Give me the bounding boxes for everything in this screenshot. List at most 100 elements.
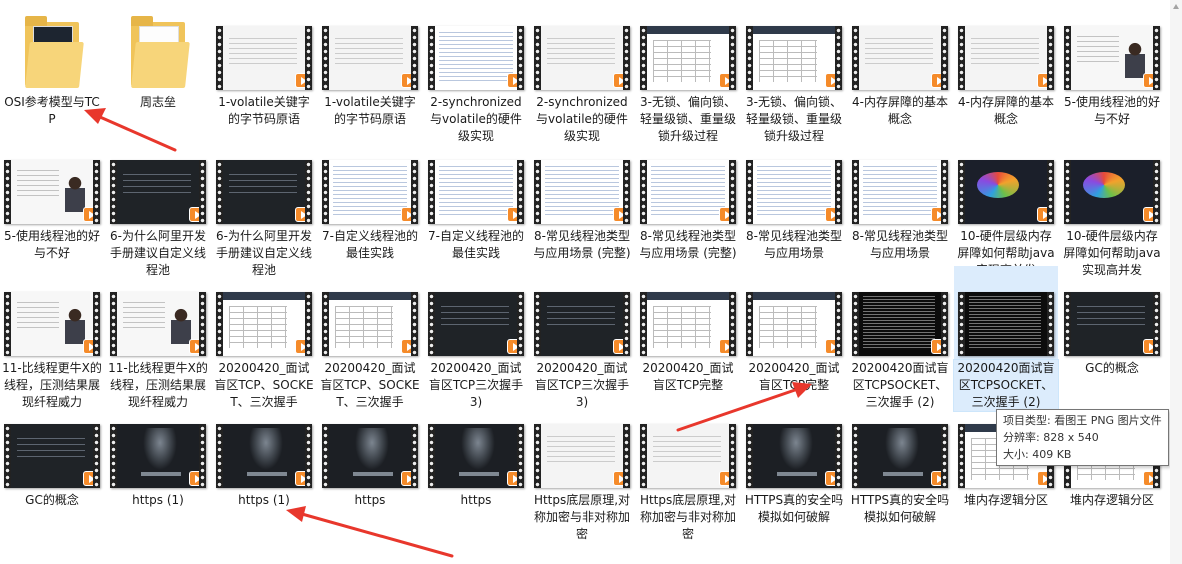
- video-thumbnail-icon: [746, 424, 842, 488]
- file-item[interactable]: 2-synchronized与volatile的硬件级实现: [424, 0, 528, 145]
- play-icon: [825, 73, 840, 88]
- file-item[interactable]: Https底层原理,对称加密与非对称加密: [636, 398, 740, 543]
- file-item[interactable]: 8-常见线程池类型与应用场景: [848, 134, 952, 262]
- annotation-arrow-3: [300, 512, 454, 558]
- file-name-label: 4-内存屏障的基本概念: [958, 95, 1054, 126]
- video-thumbnail-icon: [958, 160, 1054, 224]
- play-icon: [825, 339, 840, 354]
- file-item[interactable]: 4-内存屏障的基本概念: [848, 0, 952, 128]
- thumbnail: [424, 398, 528, 492]
- file-item[interactable]: 20200420_面试盲区TCP完整: [636, 266, 740, 394]
- file-item[interactable]: 8-常见线程池类型与应用场景 (完整): [530, 134, 634, 262]
- file-item[interactable]: 11-比线程更牛X的线程，压测结果展现纤程威力: [0, 266, 104, 411]
- file-name-label: 1-volatile关键字的字节码原语: [324, 95, 416, 126]
- play-icon: [507, 471, 522, 486]
- file-name-label: GC的概念: [1085, 361, 1139, 375]
- file-item[interactable]: HTTPS真的安全吗模拟如何破解: [742, 398, 846, 526]
- file-item[interactable]: 11-比线程更牛X的线程，压测结果展现纤程威力: [106, 266, 210, 411]
- play-icon: [189, 471, 204, 486]
- file-item[interactable]: 20200420_面试盲区TCP三次握手 3): [424, 266, 528, 411]
- play-icon: [931, 339, 946, 354]
- thumbnail: [954, 134, 1058, 228]
- file-item[interactable]: 4-内存屏障的基本概念: [954, 0, 1058, 128]
- folder-item[interactable]: OSI参考模型与TCP: [0, 0, 104, 128]
- video-thumbnail-icon: [110, 424, 206, 488]
- folder-icon: [131, 16, 190, 90]
- play-icon: [295, 471, 310, 486]
- file-item[interactable]: 2-synchronized与volatile的硬件级实现: [530, 0, 634, 145]
- file-item[interactable]: https: [318, 398, 422, 509]
- file-item[interactable]: https (1): [106, 398, 210, 509]
- play-icon: [931, 471, 946, 486]
- video-thumbnail-icon: [640, 26, 736, 90]
- video-thumbnail-icon: [110, 292, 206, 356]
- file-item[interactable]: 3-无锁、偏向锁、轻量级锁、重量级锁升级过程: [742, 0, 846, 145]
- file-item[interactable]: 20200420面试盲区TCPSOCKET、三次握手 (2): [953, 266, 1059, 412]
- thumbnail: [1060, 0, 1164, 94]
- file-item[interactable]: 1-volatile关键字的字节码原语: [318, 0, 422, 128]
- video-thumbnail-icon: [640, 292, 736, 356]
- video-thumbnail-icon: [746, 292, 842, 356]
- thumbnail: [848, 134, 952, 228]
- play-icon: [295, 207, 310, 222]
- play-icon: [189, 339, 204, 354]
- file-item[interactable]: 1-volatile关键字的字节码原语: [212, 0, 316, 128]
- file-item[interactable]: Https底层原理,对称加密与非对称加密: [530, 398, 634, 543]
- file-item[interactable]: https: [424, 398, 528, 509]
- thumbnail: [636, 398, 740, 492]
- file-item[interactable]: 3-无锁、偏向锁、轻量级锁、重量级锁升级过程: [636, 0, 740, 145]
- vertical-scrollbar[interactable]: [1170, 0, 1182, 564]
- play-icon: [189, 207, 204, 222]
- file-item[interactable]: 20200420_面试盲区TCP三次握手 3): [530, 266, 634, 411]
- file-item[interactable]: 7-自定义线程池的最佳实践: [318, 134, 422, 262]
- file-name-label: 8-常见线程池类型与应用场景: [746, 229, 842, 260]
- video-thumbnail-icon: [534, 292, 630, 356]
- play-icon: [825, 207, 840, 222]
- file-item[interactable]: GC的概念: [0, 398, 104, 509]
- thumbnail: [636, 0, 740, 94]
- play-icon: [1143, 207, 1158, 222]
- file-name-label: 堆内存逻辑分区: [963, 493, 1048, 507]
- video-thumbnail-icon: [746, 160, 842, 224]
- file-item[interactable]: 20200420_面试盲区TCP、SOCKET、三次握手: [212, 266, 316, 411]
- file-item[interactable]: 5-使用线程池的好与不好: [0, 134, 104, 262]
- file-item[interactable]: 7-自定义线程池的最佳实践: [424, 134, 528, 262]
- thumbnail: [848, 0, 952, 94]
- file-item[interactable]: https (1): [212, 398, 316, 509]
- video-thumbnail-icon: [534, 26, 630, 90]
- video-thumbnail-icon: [428, 424, 524, 488]
- file-item[interactable]: HTTPS真的安全吗模拟如何破解: [848, 398, 952, 526]
- file-item[interactable]: 8-常见线程池类型与应用场景 (完整): [636, 134, 740, 262]
- video-thumbnail-icon: [852, 160, 948, 224]
- video-thumbnail-icon: [428, 292, 524, 356]
- file-item[interactable]: 6-为什么阿里开发手册建议自定义线程池: [106, 134, 210, 279]
- thumbnail: [318, 134, 422, 228]
- scroll-up-arrow-icon[interactable]: [1173, 4, 1179, 9]
- file-name-label: HTTPS真的安全吗模拟如何破解: [850, 493, 950, 524]
- play-icon: [1143, 471, 1158, 486]
- video-thumbnail-icon: [216, 292, 312, 356]
- thumbnail: [1060, 266, 1164, 360]
- file-item[interactable]: 5-使用线程池的好与不好: [1060, 0, 1164, 128]
- file-name-label: 8-常见线程池类型与应用场景 (完整): [639, 229, 737, 260]
- video-thumbnail-icon: [1064, 26, 1160, 90]
- play-icon: [295, 339, 310, 354]
- file-item[interactable]: 10-硬件层级内存屏障如何帮助java实现高并发: [954, 134, 1058, 279]
- thumbnail: [106, 398, 210, 492]
- thumbnail: [742, 398, 846, 492]
- file-item[interactable]: 6-为什么阿里开发手册建议自定义线程池: [212, 134, 316, 279]
- video-thumbnail-icon: [534, 160, 630, 224]
- file-item[interactable]: 8-常见线程池类型与应用场景: [742, 134, 846, 262]
- play-icon: [719, 471, 734, 486]
- file-item[interactable]: 10-硬件层级内存屏障如何帮助java实现高并发: [1060, 134, 1164, 279]
- play-icon: [613, 207, 628, 222]
- video-thumbnail-icon: [4, 292, 100, 356]
- file-item[interactable]: 20200420_面试盲区TCP、SOCKET、三次握手: [318, 266, 422, 411]
- file-item[interactable]: 20200420面试盲区TCPSOCKET、三次握手 (2): [848, 266, 952, 411]
- file-name-label: 8-常见线程池类型与应用场景: [852, 229, 948, 260]
- folder-item[interactable]: 周志垒: [106, 0, 210, 111]
- file-item[interactable]: GC的概念: [1060, 266, 1164, 377]
- file-explorer-view: OSI参考模型与TCP 周志垒 1-volatile关键字的字节码原语 1-volat…: [0, 0, 1182, 564]
- play-icon: [613, 73, 628, 88]
- file-item[interactable]: 20200420_面试盲区TCP完整: [742, 266, 846, 394]
